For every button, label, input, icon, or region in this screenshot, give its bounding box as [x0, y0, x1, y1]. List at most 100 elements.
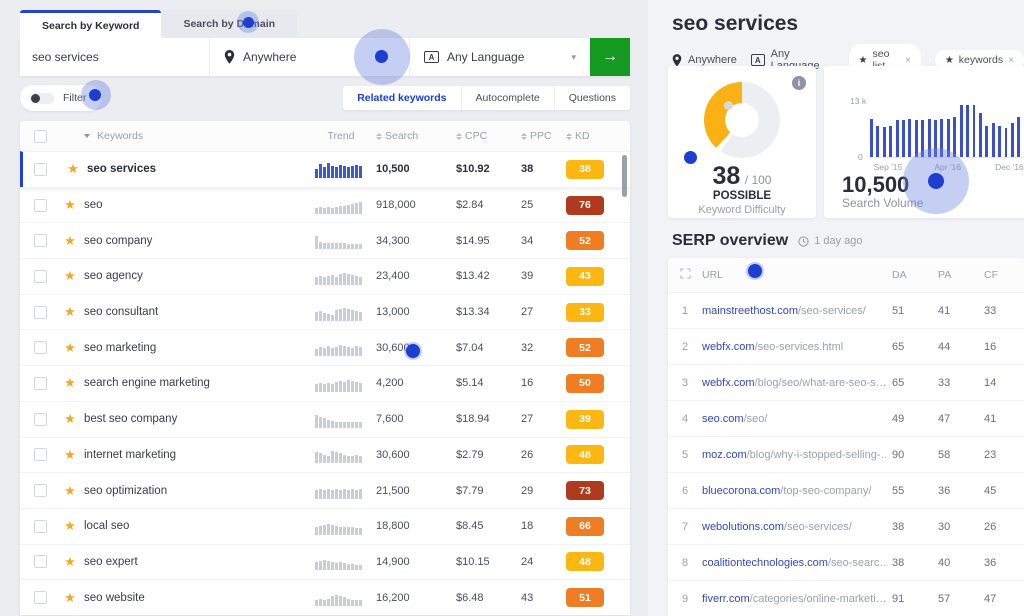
keyword-table-row[interactable]: ★ seo consultant 13,000 $13.34 27 33: [20, 294, 630, 330]
star-icon[interactable]: ★: [56, 268, 84, 284]
row-checkbox[interactable]: [34, 484, 47, 497]
row-checkbox[interactable]: [34, 341, 47, 354]
ppc-cell: 25: [521, 199, 566, 211]
keyword-cell[interactable]: seo optimization: [84, 485, 306, 497]
row-checkbox[interactable]: [34, 520, 47, 533]
keyword-cell[interactable]: seo company: [84, 235, 306, 247]
keyword-cell[interactable]: seo agency: [84, 270, 306, 282]
keyword-table-row[interactable]: ★ seo website 16,200 $6.48 43 51: [20, 579, 630, 615]
star-icon[interactable]: ★: [56, 233, 84, 249]
star-icon[interactable]: ★: [56, 197, 84, 213]
url-link[interactable]: moz.com: [702, 449, 747, 461]
keyword-table-row[interactable]: ★ seo company 34,300 $14.95 34 52: [20, 222, 630, 258]
language-select[interactable]: A Any Language ▾: [410, 38, 590, 76]
column-kd[interactable]: KD: [566, 130, 630, 142]
location-select[interactable]: Anywhere: [210, 38, 410, 76]
serp-table-row[interactable]: 2 webfx.com/seo-services.html 65 44 16: [668, 328, 1024, 364]
select-all-checkbox[interactable]: [34, 130, 47, 143]
serp-table-row[interactable]: 9 fiverr.com/categories/online-marketi… …: [668, 580, 1024, 616]
row-checkbox[interactable]: [34, 555, 47, 568]
keyword-table-row[interactable]: ★ seo services 10,500 $10.92 38 38: [20, 151, 630, 187]
row-checkbox[interactable]: [34, 306, 47, 319]
column-search[interactable]: Search: [376, 130, 456, 142]
keyword-cell[interactable]: search engine marketing: [84, 377, 306, 389]
info-icon[interactable]: i: [792, 76, 806, 90]
url-link[interactable]: seo.com: [702, 413, 744, 425]
star-icon[interactable]: ★: [56, 304, 84, 320]
row-checkbox[interactable]: [34, 270, 47, 283]
search-submit-button[interactable]: →: [590, 38, 630, 76]
row-checkbox[interactable]: [34, 413, 47, 426]
tab-related-keywords[interactable]: Related keywords: [343, 86, 460, 110]
keyword-table-row[interactable]: ★ seo 918,000 $2.84 25 76: [20, 187, 630, 223]
remove-tag-icon[interactable]: ×: [1008, 55, 1014, 66]
star-icon[interactable]: ★: [56, 554, 84, 570]
star-icon[interactable]: ★: [59, 161, 87, 177]
row-checkbox[interactable]: [34, 591, 47, 604]
column-cpc[interactable]: CPC: [456, 130, 521, 142]
row-checkbox[interactable]: [34, 234, 47, 247]
ppc-cell: 18: [521, 520, 566, 532]
keyword-cell[interactable]: seo website: [84, 592, 306, 604]
url-link[interactable]: webfx.com: [702, 377, 755, 389]
star-icon[interactable]: ★: [56, 340, 84, 356]
expand-icon[interactable]: [680, 268, 702, 282]
star-icon[interactable]: ★: [56, 518, 84, 534]
keyword-cell[interactable]: local seo: [84, 520, 306, 532]
keyword-table-row[interactable]: ★ seo optimization 21,500 $7.79 29 73: [20, 472, 630, 508]
tab-questions[interactable]: Questions: [554, 86, 630, 110]
serp-table-row[interactable]: 4 seo.com/seo/ 49 47 41: [668, 400, 1024, 436]
tab-autocomplete[interactable]: Autocomplete: [461, 86, 554, 110]
column-ppc[interactable]: PPC: [521, 130, 566, 142]
keyword-table-row[interactable]: ★ search engine marketing 4,200 $5.14 16…: [20, 365, 630, 401]
keyword-table-row[interactable]: ★ seo expert 14,900 $10.15 24 48: [20, 544, 630, 580]
serp-table-row[interactable]: 8 coalitiontechnologies.com/seo-searc… 3…: [668, 544, 1024, 580]
url-link[interactable]: mainstreethost.com: [702, 305, 798, 317]
url-link[interactable]: fiverr.com: [702, 593, 750, 605]
row-checkbox[interactable]: [34, 163, 47, 176]
keyword-cell[interactable]: seo: [84, 199, 306, 211]
tab-search-by-domain[interactable]: Search by Domain: [161, 10, 297, 38]
filter-toggle[interactable]: Filter: [20, 85, 102, 111]
url-link[interactable]: bluecorona.com: [702, 485, 780, 497]
remove-tag-icon[interactable]: ×: [905, 55, 911, 66]
keyword-table-row[interactable]: ★ local seo 18,800 $8.45 18 66: [20, 508, 630, 544]
keyword-cell[interactable]: seo expert: [84, 556, 306, 568]
row-checkbox[interactable]: [34, 448, 47, 461]
keyword-cell[interactable]: seo services: [87, 163, 306, 175]
trend-sparkline: [315, 482, 367, 499]
serp-table-row[interactable]: 7 webolutions.com/seo-services/ 38 30 26: [668, 508, 1024, 544]
keyword-table-row[interactable]: ★ seo agency 23,400 $13.42 39 43: [20, 258, 630, 294]
keyword-table-row[interactable]: ★ best seo company 7,600 $18.94 27 39: [20, 401, 630, 437]
star-icon[interactable]: ★: [56, 483, 84, 499]
toggle-switch-icon[interactable]: [30, 93, 54, 104]
url-link[interactable]: webolutions.com: [702, 521, 784, 533]
tab-search-by-keyword[interactable]: Search by Keyword: [20, 10, 161, 38]
keyword-cell[interactable]: seo marketing: [84, 342, 306, 354]
star-icon[interactable]: ★: [56, 590, 84, 606]
serp-table-row[interactable]: 5 moz.com/blog/why-i-stopped-selling-… 9…: [668, 436, 1024, 472]
serp-table-row[interactable]: 1 mainstreethost.com/seo-services/ 51 41…: [668, 292, 1024, 328]
pa-cell: 58: [932, 449, 978, 461]
url-link[interactable]: coalitiontechnologies.com: [702, 557, 828, 569]
star-icon[interactable]: ★: [56, 411, 84, 427]
column-keywords[interactable]: Keywords: [84, 130, 306, 142]
row-checkbox[interactable]: [34, 199, 47, 212]
url-link[interactable]: webfx.com: [702, 341, 755, 353]
cpc-cell: $6.48: [456, 592, 521, 604]
ppc-cell: 27: [521, 413, 566, 425]
star-icon[interactable]: ★: [56, 447, 84, 463]
ppc-cell: 16: [521, 377, 566, 389]
star-icon[interactable]: ★: [56, 375, 84, 391]
keyword-input[interactable]: seo services: [20, 38, 210, 76]
table-scrollbar[interactable]: [622, 155, 627, 197]
keyword-cell[interactable]: best seo company: [84, 413, 306, 425]
serp-table-row[interactable]: 3 webfx.com/blog/seo/what-are-seo-s… 65 …: [668, 364, 1024, 400]
keyword-table-row[interactable]: ★ internet marketing 30,600 $2.79 26 48: [20, 437, 630, 473]
ppc-cell: 27: [521, 306, 566, 318]
keyword-table-row[interactable]: ★ seo marketing 30,600 $7.04 32 52: [20, 329, 630, 365]
row-checkbox[interactable]: [34, 377, 47, 390]
keyword-cell[interactable]: seo consultant: [84, 306, 306, 318]
keyword-cell[interactable]: internet marketing: [84, 449, 306, 461]
serp-table-row[interactable]: 6 bluecorona.com/top-seo-company/ 55 36 …: [668, 472, 1024, 508]
